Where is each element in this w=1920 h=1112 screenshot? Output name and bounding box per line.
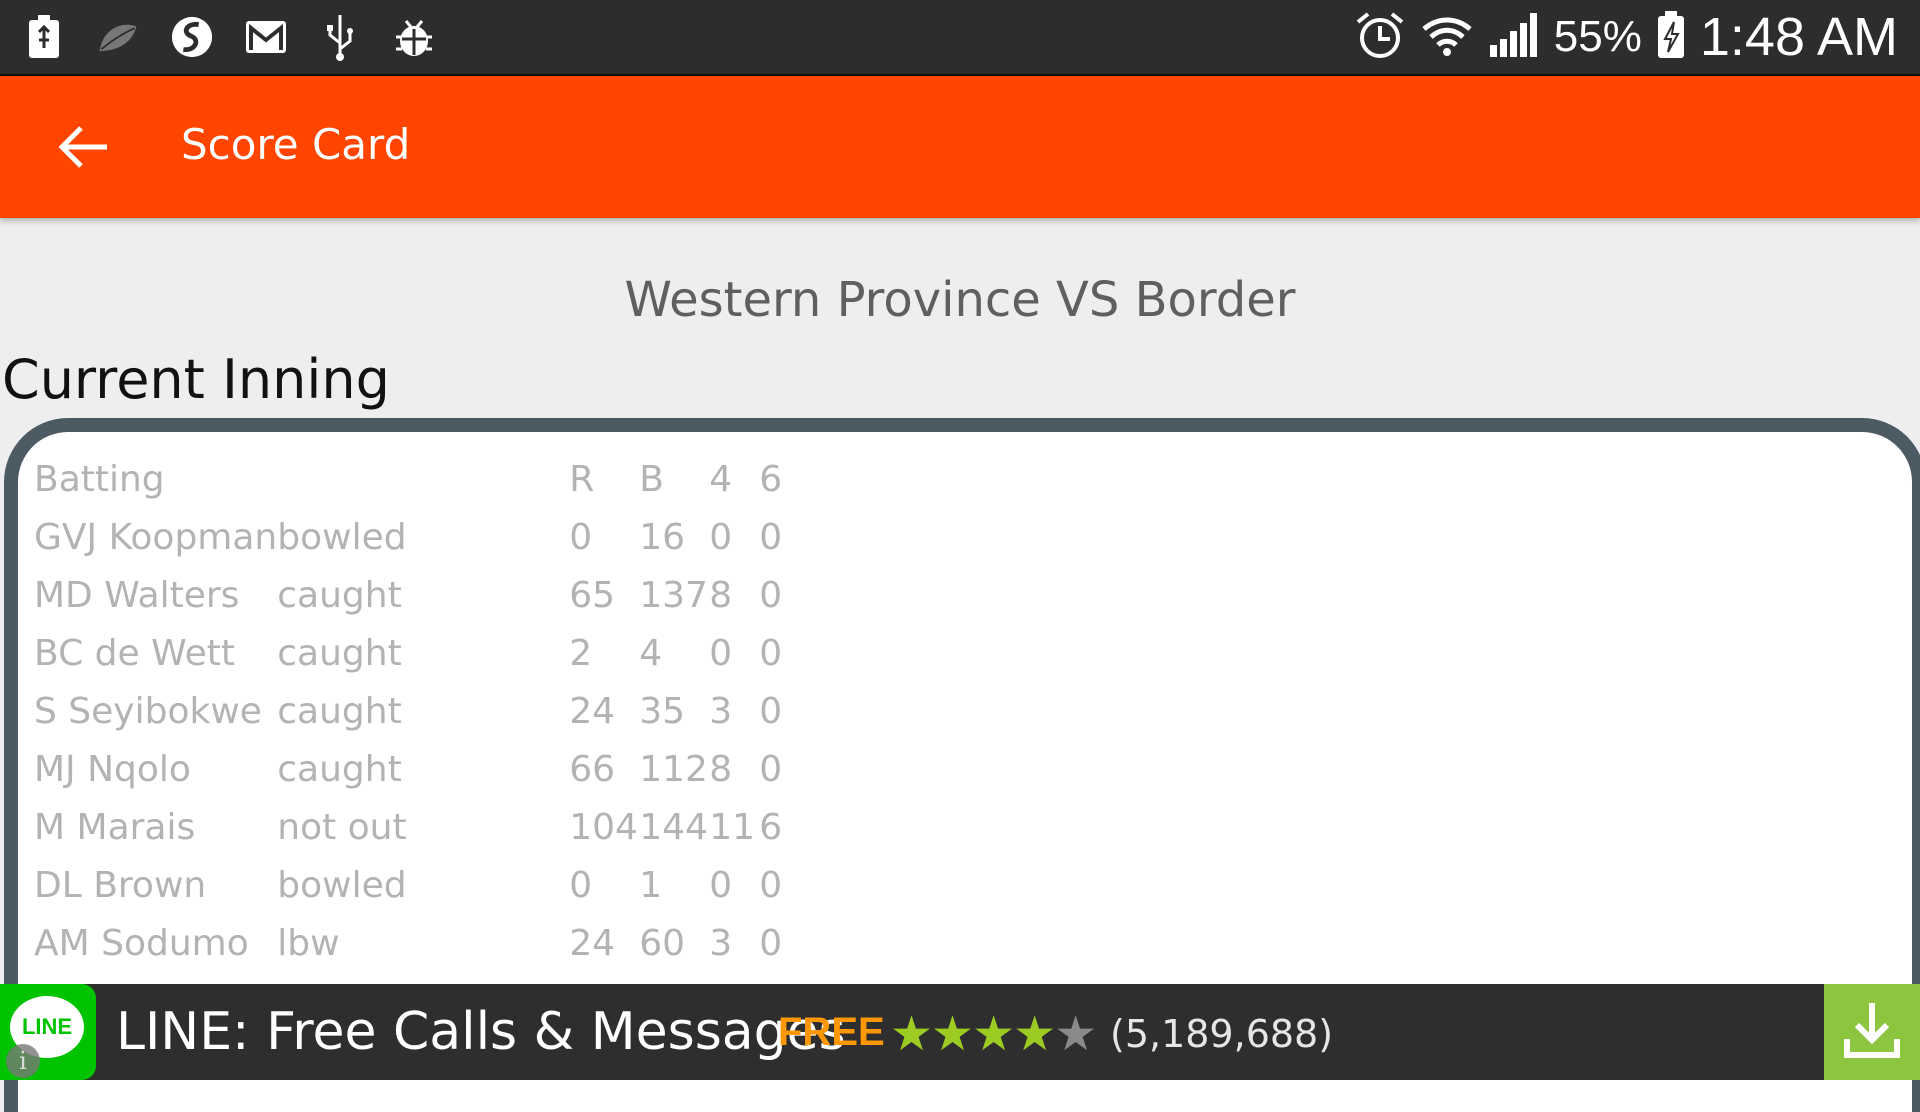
arrow-left-icon: [57, 124, 109, 174]
batter-name: DL Brown: [34, 864, 207, 906]
batter-sixes: 6: [759, 806, 783, 848]
info-icon[interactable]: i: [6, 1044, 40, 1078]
batter-dismissal: lbw: [277, 922, 340, 964]
app-bar: Score Card: [0, 76, 1920, 218]
table-row: DL Brown bowled 0 1 0 0: [34, 856, 809, 914]
table-row: BC de Wett caught 2 4 0 0: [34, 624, 809, 682]
batter-fours: 0: [709, 516, 733, 558]
status-clock: 1:48 AM: [1699, 7, 1898, 67]
alarm-icon: [1354, 10, 1406, 64]
system-status: 55% 1:48 AM: [1354, 0, 1898, 74]
batter-fours: 0: [709, 864, 733, 906]
batter-runs: 66: [569, 748, 616, 790]
battery-percent: 55%: [1553, 12, 1642, 61]
usb-icon: [318, 15, 362, 61]
batter-balls: 16: [639, 516, 686, 558]
table-row: M Marais not out 104 144 11 6: [34, 798, 809, 856]
batter-fours: 11: [709, 806, 756, 848]
batter-sixes: 0: [759, 516, 783, 558]
batter-dismissal: caught: [277, 632, 402, 674]
batter-sixes: 0: [759, 574, 783, 616]
match-title: Western Province VS Border: [624, 272, 1296, 328]
page-title: Score Card: [181, 120, 411, 169]
batter-balls: 1: [639, 864, 663, 906]
batter-balls: 112: [639, 748, 708, 790]
batter-dismissal: bowled: [277, 516, 407, 558]
batter-sixes: 0: [759, 632, 783, 674]
star-filled-icon: ★: [931, 1006, 974, 1062]
ad-download-button[interactable]: [1824, 984, 1920, 1080]
wifi-icon: [1420, 13, 1474, 61]
battery-charging-icon: [1656, 10, 1686, 64]
notification-icons: [22, 8, 436, 66]
batter-dismissal: caught: [277, 748, 402, 790]
table-row: GVJ Koopman bowled 0 16 0 0: [34, 508, 809, 566]
back-button[interactable]: [48, 114, 118, 184]
batter-runs: 2: [569, 632, 593, 674]
ad-banner[interactable]: LINE i LINE: Free Calls & Messages FREE …: [0, 984, 1920, 1080]
batter-fours: 3: [709, 922, 733, 964]
batter-name: M Marais: [34, 806, 196, 848]
star-filled-icon: ★: [1013, 1006, 1056, 1062]
gmail-icon: [244, 15, 288, 59]
star-filled-icon: ★: [972, 1006, 1015, 1062]
batter-dismissal: not out: [277, 806, 407, 848]
batter-runs: 0: [569, 516, 593, 558]
batter-balls: 137: [639, 574, 708, 616]
batter-balls: 144: [639, 806, 708, 848]
batter-runs: 24: [569, 922, 616, 964]
batter-runs: 24: [569, 690, 616, 732]
batter-sixes: 0: [759, 922, 783, 964]
batter-runs: 65: [569, 574, 616, 616]
table-row: S Seyibokwe caught 24 35 3 0: [34, 682, 809, 740]
batter-dismissal: caught: [277, 690, 402, 732]
swype-icon: [170, 15, 214, 59]
batter-name: BC de Wett: [34, 632, 235, 674]
batter-fours: 8: [709, 748, 733, 790]
leaf-icon: [96, 15, 140, 59]
header-fours: 4: [709, 458, 733, 500]
batter-name: GVJ Koopman: [34, 516, 278, 558]
batter-sixes: 0: [759, 690, 783, 732]
header-dismissal: [277, 450, 569, 508]
star-empty-icon: ★: [1054, 1006, 1097, 1062]
batter-fours: 3: [709, 690, 733, 732]
ad-review-count: (5,189,688): [1110, 1012, 1334, 1056]
table-row: MJ Nqolo caught 66 112 8 0: [34, 740, 809, 798]
inning-section-title: Current Inning: [2, 348, 390, 411]
star-filled-icon: ★: [890, 1006, 933, 1062]
header-runs: R: [569, 458, 595, 500]
batter-name: MJ Nqolo: [34, 748, 191, 790]
batter-fours: 8: [709, 574, 733, 616]
batter-balls: 4: [639, 632, 663, 674]
batter-name: MD Walters: [34, 574, 240, 616]
ad-title[interactable]: LINE: Free Calls & Messages: [116, 1002, 846, 1062]
batter-name: AM Sodumo: [34, 922, 249, 964]
batter-runs: 104: [569, 806, 638, 848]
download-icon: [1841, 999, 1903, 1065]
ad-price: FREE: [778, 1010, 885, 1054]
header-balls: B: [639, 458, 664, 500]
usb-battery-icon: [22, 15, 66, 59]
batter-fours: 0: [709, 632, 733, 674]
signal-icon: [1488, 11, 1540, 63]
batter-sixes: 0: [759, 748, 783, 790]
batter-runs: 0: [569, 864, 593, 906]
table-row: MD Walters caught 65 137 8 0: [34, 566, 809, 624]
debug-bug-icon: [392, 15, 436, 59]
batting-table: Batting R B 4 6 GVJ Koopman bowled 0 16 …: [34, 450, 809, 972]
header-batting: Batting: [34, 458, 165, 500]
batter-sixes: 0: [759, 864, 783, 906]
table-row: AM Sodumo lbw 24 60 3 0: [34, 914, 809, 972]
batter-balls: 35: [639, 690, 686, 732]
ad-rating-stars: ★★★★★: [890, 1006, 1097, 1062]
table-header-row: Batting R B 4 6: [34, 450, 809, 508]
batter-dismissal: bowled: [277, 864, 407, 906]
batter-name: S Seyibokwe: [34, 690, 262, 732]
batter-dismissal: caught: [277, 574, 402, 616]
batter-balls: 60: [639, 922, 686, 964]
header-sixes: 6: [759, 458, 783, 500]
status-bar: 55% 1:48 AM: [0, 0, 1920, 76]
